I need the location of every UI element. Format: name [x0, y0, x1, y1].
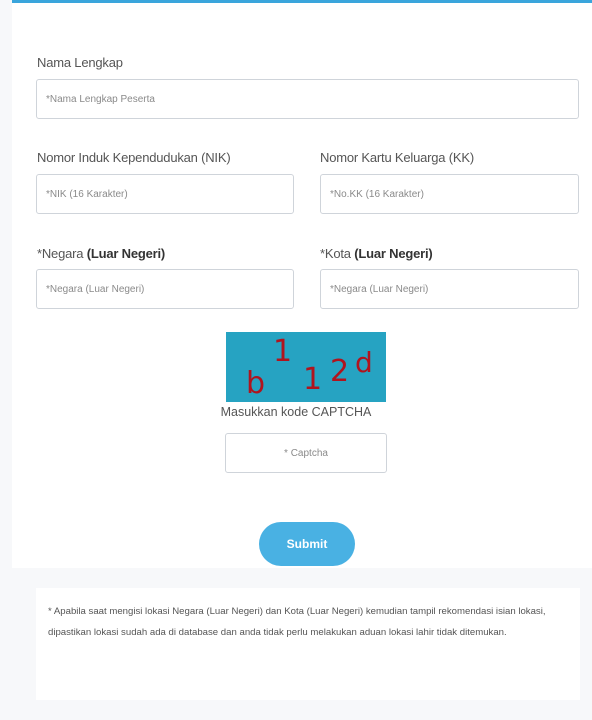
captcha-char: b: [246, 366, 266, 401]
kk-label: Nomor Kartu Keluarga (KK): [320, 150, 474, 165]
full-name-input[interactable]: [36, 79, 579, 119]
city-label: *Kota (Luar Negeri): [320, 246, 433, 261]
captcha-image: b 1 1 2 d: [226, 332, 386, 402]
captcha-char: d: [355, 346, 373, 379]
city-label-emphasis: (Luar Negeri): [354, 246, 433, 261]
captcha-char: 2: [330, 354, 350, 389]
notice-box: * Apabila saat mengisi lokasi Negara (Lu…: [36, 588, 580, 700]
captcha-input[interactable]: [225, 433, 387, 473]
captcha-char: 1: [273, 334, 293, 369]
kk-input[interactable]: [320, 174, 579, 214]
country-label-emphasis: (Luar Negeri): [86, 246, 166, 261]
country-label-prefix: *Negara: [37, 246, 84, 261]
country-label: *Negara (Luar Negeri): [37, 246, 165, 261]
captcha-caption: Masukkan kode CAPTCHA: [220, 405, 372, 419]
nik-label: Nomor Induk Kependudukan (NIK): [37, 150, 231, 165]
country-input[interactable]: [36, 269, 294, 309]
captcha-char: 1: [303, 362, 323, 397]
notice-text: * Apabila saat mengisi lokasi Negara (Lu…: [48, 606, 546, 638]
city-label-prefix: *Kota: [320, 246, 351, 261]
submit-button[interactable]: Submit: [259, 522, 355, 566]
full-name-label: Nama Lengkap: [37, 55, 123, 70]
nik-input[interactable]: [36, 174, 294, 214]
city-input[interactable]: [320, 269, 579, 309]
